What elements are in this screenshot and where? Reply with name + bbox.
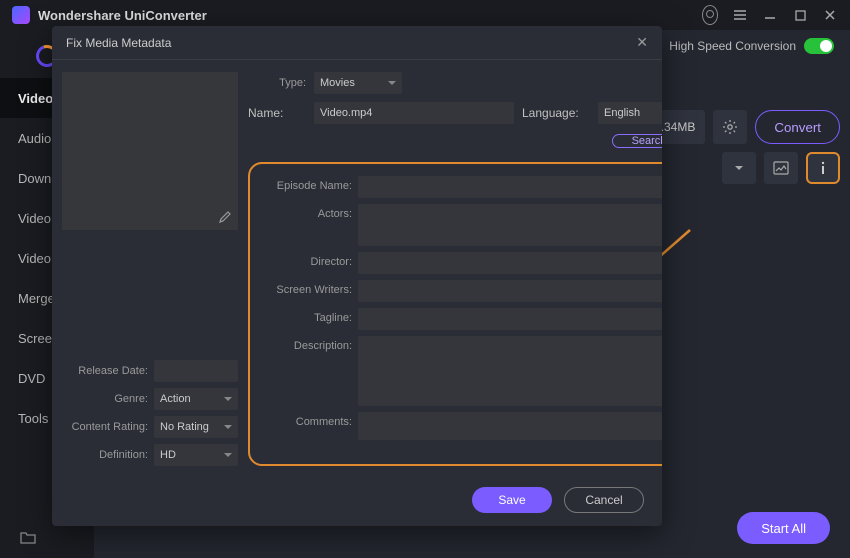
dialog-left-pane: Release Date: Genre: Content Rating: Def…	[62, 72, 238, 466]
metadata-fields-highlight: Episode Name: Actors: Director: Screen W…	[248, 162, 662, 466]
maximize-icon[interactable]	[792, 7, 808, 23]
name-field[interactable]	[314, 102, 514, 124]
screen-writers-field[interactable]	[358, 280, 662, 302]
cancel-button[interactable]: Cancel	[564, 487, 644, 513]
search-button[interactable]: Search	[612, 134, 662, 148]
content-rating-label: Content Rating:	[62, 421, 154, 433]
file-controls: .34MB Convert	[651, 110, 840, 184]
content-rating-select[interactable]	[154, 416, 238, 438]
start-all-button[interactable]: Start All	[737, 512, 830, 544]
sidebar-item-label: Down	[18, 171, 51, 186]
tagline-field[interactable]	[358, 308, 662, 330]
actors-label: Actors:	[260, 204, 352, 220]
release-date-field[interactable]	[154, 360, 238, 382]
convert-button[interactable]: Convert	[755, 110, 840, 144]
comments-label: Comments:	[260, 412, 352, 428]
episode-name-label: Episode Name:	[260, 176, 352, 192]
release-date-label: Release Date:	[62, 365, 154, 377]
screen-writers-label: Screen Writers:	[260, 280, 352, 296]
close-icon[interactable]	[822, 7, 838, 23]
save-button[interactable]: Save	[472, 487, 552, 513]
episode-name-field[interactable]	[358, 176, 662, 198]
metadata-info-button[interactable]	[806, 152, 840, 184]
high-speed-row: High Speed Conversion	[669, 38, 834, 54]
dialog-header: Fix Media Metadata ✕	[52, 26, 662, 60]
metadata-dialog: Fix Media Metadata ✕ Release Date: Genre…	[52, 26, 662, 526]
dialog-right-pane: Type: Name: Language: Search Episode Nam…	[248, 72, 662, 466]
language-label: Language:	[522, 106, 590, 120]
comments-field[interactable]	[358, 412, 662, 440]
edit-artwork-icon[interactable]	[218, 210, 232, 224]
sidebar-item-label: Merge	[18, 291, 55, 306]
format-dropdown[interactable]	[722, 152, 756, 184]
dialog-title: Fix Media Metadata	[66, 36, 171, 50]
actors-field[interactable]	[358, 204, 662, 246]
dialog-close-icon[interactable]: ✕	[636, 34, 648, 51]
hamburger-menu-icon[interactable]	[732, 7, 748, 23]
sidebar-item-label: DVD	[18, 371, 45, 386]
app-logo-icon	[12, 6, 30, 24]
type-label: Type:	[248, 77, 306, 89]
high-speed-toggle[interactable]	[804, 38, 834, 54]
high-speed-label: High Speed Conversion	[669, 39, 796, 53]
thumbnail-button[interactable]	[764, 152, 798, 184]
director-label: Director:	[260, 252, 352, 268]
description-field[interactable]	[358, 336, 662, 406]
artwork-thumbnail[interactable]	[62, 72, 238, 230]
language-select[interactable]	[598, 102, 662, 124]
name-label: Name:	[248, 106, 306, 120]
genre-select[interactable]	[154, 388, 238, 410]
sidebar-item-label: Tools	[18, 411, 48, 426]
minimize-icon[interactable]	[762, 7, 778, 23]
definition-label: Definition:	[62, 449, 154, 461]
tagline-label: Tagline:	[260, 308, 352, 324]
account-icon[interactable]	[702, 7, 718, 23]
app-title: Wondershare UniConverter	[38, 8, 207, 23]
sidebar-item-label: Video	[18, 211, 51, 226]
sidebar-item-label: Video	[18, 91, 53, 106]
sidebar-item-label: Video	[18, 251, 51, 266]
settings-button[interactable]	[713, 110, 747, 144]
sidebar-item-label: Audio	[18, 131, 51, 146]
definition-select[interactable]	[154, 444, 238, 466]
director-field[interactable]	[358, 252, 662, 274]
description-label: Description:	[260, 336, 352, 352]
genre-label: Genre:	[62, 393, 154, 405]
dialog-footer: Save Cancel	[52, 474, 662, 526]
type-select[interactable]	[314, 72, 402, 94]
